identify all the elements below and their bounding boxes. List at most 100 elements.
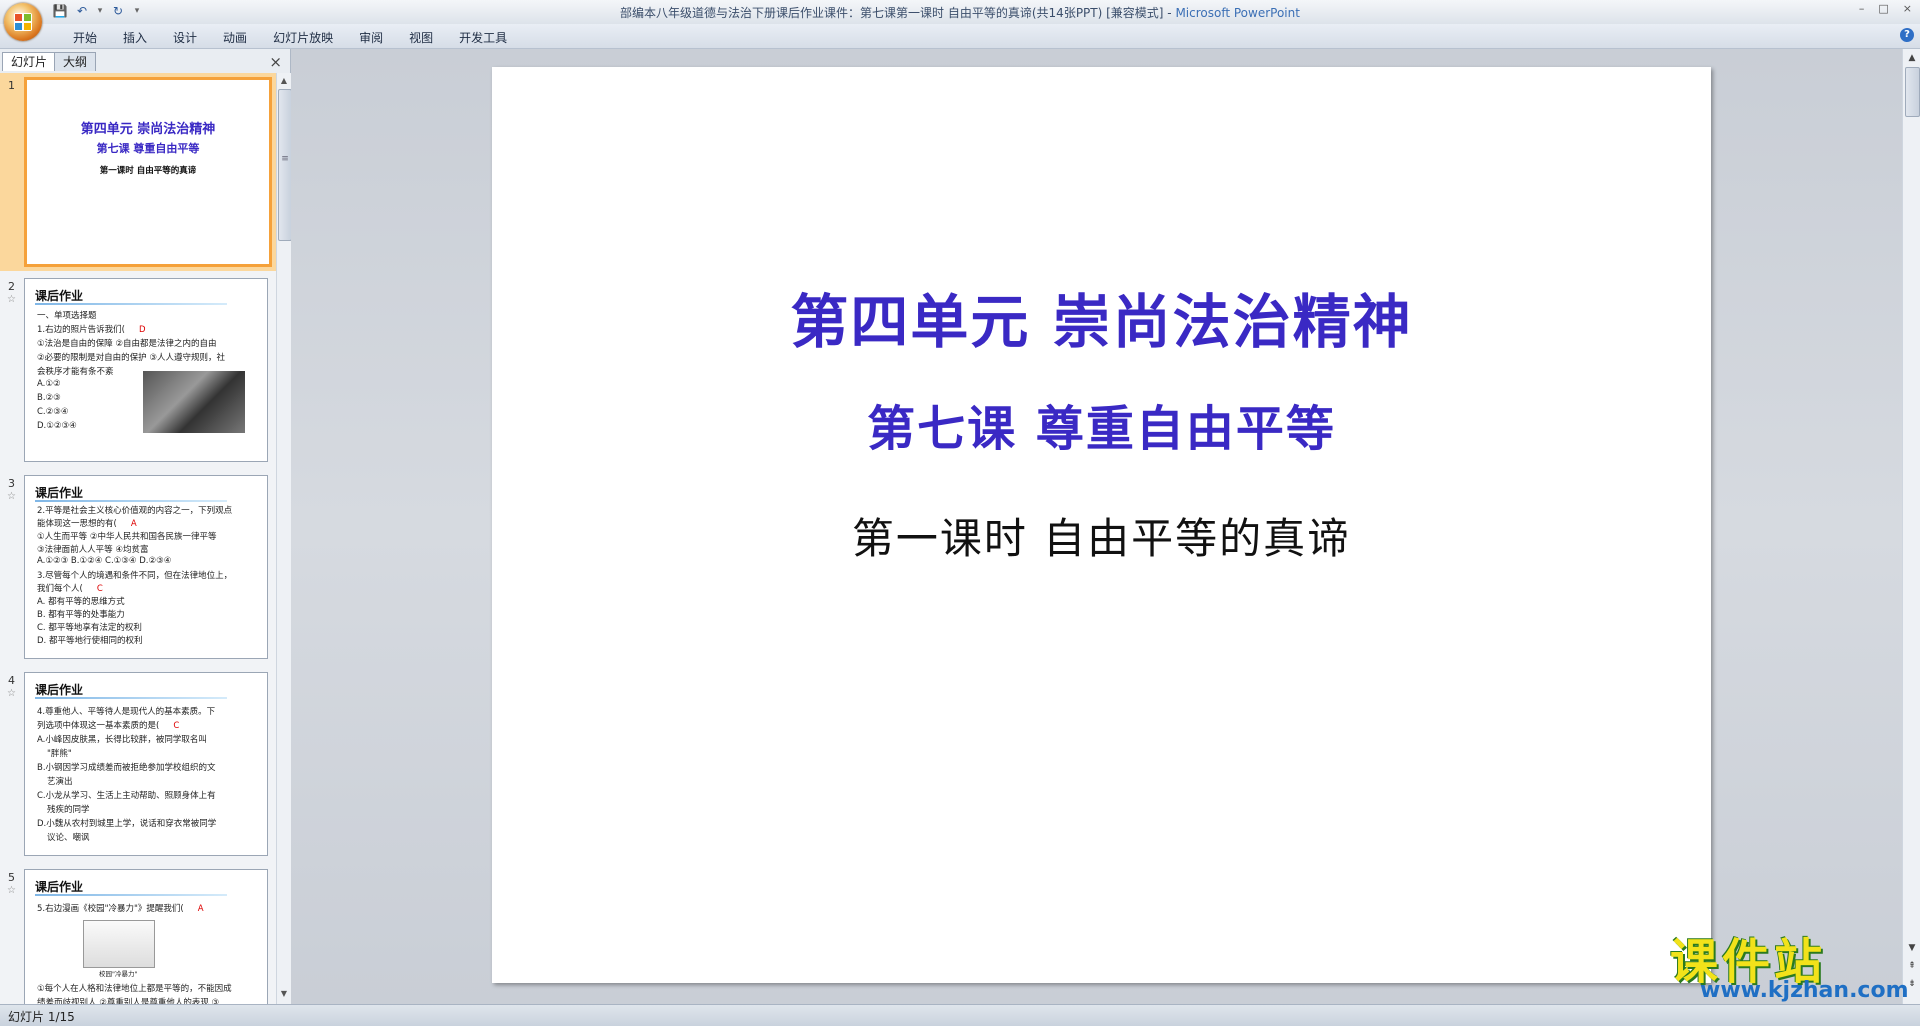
close-panel-icon[interactable]: × bbox=[269, 54, 282, 70]
title-underline bbox=[35, 303, 227, 305]
office-button[interactable] bbox=[4, 3, 42, 41]
tab-review[interactable]: 审阅 bbox=[346, 29, 396, 46]
thumbnail-row-4[interactable]: 4 ☆ 课后作业 4.尊重他人、平等待人是现代人的基本素质。下 列选项中体现这一… bbox=[0, 672, 276, 862]
traffic-photo bbox=[143, 371, 245, 433]
scrollbar-thumb[interactable] bbox=[1905, 67, 1920, 117]
thumb-line: A.①②③ B.①②④ C.①③④ D.②③④ bbox=[37, 556, 172, 566]
tab-outline[interactable]: 大纲 bbox=[54, 52, 97, 71]
grip-icon: ≡ bbox=[281, 154, 289, 164]
ribbon: 开始 插入 设计 动画 幻灯片放映 审阅 视图 开发工具 ? bbox=[0, 24, 1920, 49]
slide-thumbnail-2[interactable]: 课后作业 一、单项选择题 1.右边的照片告诉我们(D ①法治是自由的保障 ②自由… bbox=[24, 278, 268, 462]
thumbnail-row-2[interactable]: 2 ☆ 课后作业 一、单项选择题 1.右边的照片告诉我们(D ①法治是自由的保障… bbox=[0, 278, 276, 468]
thumbnail-list: 1 第四单元 崇尚法治精神 第七课 尊重自由平等 第一课时 自由平等的真谛 2 … bbox=[0, 73, 276, 1004]
scroll-up-icon[interactable]: ▲ bbox=[1905, 51, 1919, 65]
thumb-line: "胖熊" bbox=[47, 749, 72, 759]
thumb-title: 课后作业 bbox=[35, 683, 84, 697]
thumb-line: 残疾的同学 bbox=[47, 805, 90, 815]
slide-thumbnail-5[interactable]: 课后作业 5.右边漫画《校园"冷暴力"》提醒我们(A 校园"冷暴力" ①每个人在… bbox=[24, 869, 268, 1004]
cartoon-caption: 校园"冷暴力" bbox=[99, 970, 138, 978]
thumb-line: D.小魏从农村到城里上学，说话和穿衣常被同学 bbox=[37, 819, 217, 829]
thumb-line: C.②③④ bbox=[37, 407, 69, 417]
animation-star-icon: ☆ bbox=[7, 294, 16, 305]
thumb-title: 课后作业 bbox=[35, 486, 84, 500]
tab-slideshow[interactable]: 幻灯片放映 bbox=[260, 29, 346, 46]
cartoon-image bbox=[83, 920, 155, 968]
thumb-line: 5.右边漫画《校园"冷暴力"》提醒我们(A bbox=[37, 904, 204, 914]
ribbon-tabs: 开始 插入 设计 动画 幻灯片放映 审阅 视图 开发工具 bbox=[60, 29, 520, 46]
thumb-line: A. 都有平等的思维方式 bbox=[37, 597, 125, 607]
slide-scrollbar[interactable]: ▲ ▼ ⇞ ⇟ bbox=[1902, 49, 1920, 1004]
thumb-title: 课后作业 bbox=[35, 880, 84, 894]
thumb-line: D. 都平等地行使相同的权利 bbox=[37, 636, 143, 646]
scroll-down-icon[interactable]: ▼ bbox=[1905, 941, 1919, 955]
scroll-down-icon[interactable]: ▼ bbox=[278, 988, 290, 1000]
title-bar: 💾 ↶ ▾ ↻ ▾ 部编本八年级道德与法治下册课后作业课件：第七课第一课时 自由… bbox=[0, 0, 1920, 41]
help-icon[interactable]: ? bbox=[1900, 28, 1914, 42]
thumb-line: 议论、嘲讽 bbox=[47, 833, 90, 843]
thumb-line: B.小钢因学习成绩差而被拒绝参加学校组织的文 bbox=[37, 763, 216, 773]
animation-star-icon: ☆ bbox=[7, 491, 16, 502]
slide-thumbnail-3[interactable]: 课后作业 2.平等是社会主义核心价值观的内容之一，下列观点 能体现这一思想的有(… bbox=[24, 475, 268, 659]
tab-design[interactable]: 设计 bbox=[160, 29, 210, 46]
slide-title[interactable]: 第四单元 崇尚法治精神 bbox=[492, 275, 1711, 359]
thumb-line: 3.尽管每个人的境遇和条件不同，但在法律地位上， bbox=[37, 571, 233, 581]
thumb-line: ①每个人在人格和法律地位上都是平等的，不能因成 bbox=[37, 984, 232, 994]
slide-canvas[interactable]: 第四单元 崇尚法治精神 第七课 尊重自由平等 第一课时 自由平等的真谛 bbox=[492, 67, 1711, 983]
title-underline bbox=[35, 894, 227, 896]
slide-thumbnail-1[interactable]: 第四单元 崇尚法治精神 第七课 尊重自由平等 第一课时 自由平等的真谛 bbox=[24, 77, 272, 267]
document-title: 部编本八年级道德与法治下册课后作业课件：第七课第一课时 自由平等的真谛(共14张… bbox=[620, 6, 1176, 20]
thumb-line: ②必要的限制是对自由的保护 ③人人遵守规则，社 bbox=[37, 353, 225, 363]
scroll-up-icon[interactable]: ▲ bbox=[278, 75, 290, 87]
app-name: Microsoft PowerPoint bbox=[1175, 6, 1300, 20]
tab-view[interactable]: 视图 bbox=[396, 29, 446, 46]
thumb-title: 第四单元 崇尚法治精神 bbox=[80, 122, 216, 137]
thumbnail-row-1[interactable]: 1 第四单元 崇尚法治精神 第七课 尊重自由平等 第一课时 自由平等的真谛 bbox=[0, 73, 276, 271]
thumb-line: 2.平等是社会主义核心价值观的内容之一，下列观点 bbox=[37, 506, 233, 516]
slide-subtitle[interactable]: 第七课 尊重自由平等 bbox=[492, 389, 1711, 459]
thumbnail-row-3[interactable]: 3 ☆ 课后作业 2.平等是社会主义核心价值观的内容之一，下列观点 能体现这一思… bbox=[0, 475, 276, 665]
thumb-title: 课后作业 bbox=[35, 289, 84, 303]
status-bar: 幻灯片 1/15 bbox=[0, 1004, 1920, 1026]
slide-counter: 幻灯片 1/15 bbox=[8, 1010, 75, 1024]
thumb-line: 绩差而歧视别人 ②尊重别人是尊重他人的表现 ③ bbox=[37, 998, 220, 1004]
tab-insert[interactable]: 插入 bbox=[110, 29, 160, 46]
tab-slides[interactable]: 幻灯片 bbox=[2, 52, 57, 71]
thumb-line: 艺演出 bbox=[47, 777, 73, 787]
thumb-line: D.①②③④ bbox=[37, 421, 77, 431]
thumb-line: 我们每个人(C bbox=[37, 584, 103, 594]
window-controls: – □ × bbox=[1859, 2, 1912, 15]
thumb-line: C.小龙从学习、生活上主动帮助、照顾身体上有 bbox=[37, 791, 216, 801]
minimize-button[interactable]: – bbox=[1859, 2, 1865, 15]
tab-animations[interactable]: 动画 bbox=[210, 29, 260, 46]
thumb-line: ①人生而平等 ②中华人民共和国各民族一律平等 bbox=[37, 532, 217, 542]
thumb-line: A.小峰因皮肤黑，长得比较胖，被同学取名叫 bbox=[37, 735, 207, 745]
slide-editor: 第四单元 崇尚法治精神 第七课 尊重自由平等 第一课时 自由平等的真谛 bbox=[291, 49, 1902, 1004]
watermark-logo: 课件站 www.kjzhan.com bbox=[1670, 922, 1909, 1004]
thumb-subtitle: 第七课 尊重自由平等 bbox=[96, 142, 200, 155]
thumbnail-row-5[interactable]: 5 ☆ 课后作业 5.右边漫画《校园"冷暴力"》提醒我们(A 校园"冷暴力" ①… bbox=[0, 869, 276, 1004]
window-title: 部编本八年级道德与法治下册课后作业课件：第七课第一课时 自由平等的真谛(共14张… bbox=[0, 4, 1920, 21]
slide-number: 3 bbox=[8, 477, 15, 490]
close-button[interactable]: × bbox=[1903, 2, 1912, 15]
title-underline bbox=[35, 500, 227, 502]
scrollbar-thumb[interactable]: ≡ bbox=[278, 89, 292, 241]
thumb-line: 1.右边的照片告诉我们(D bbox=[37, 325, 146, 335]
tab-home[interactable]: 开始 bbox=[60, 29, 110, 46]
thumb-line: 列选项中体现这一基本素质的是(C bbox=[37, 721, 180, 731]
slide-number: 5 bbox=[8, 871, 15, 884]
maximize-button[interactable]: □ bbox=[1878, 2, 1888, 15]
slide-subsubtitle[interactable]: 第一课时 自由平等的真谛 bbox=[492, 505, 1711, 566]
slide-number: 1 bbox=[8, 79, 15, 92]
thumb-line: ③法律面前人人平等 ④均贫富 bbox=[37, 545, 149, 555]
thumb-subsubtitle: 第一课时 自由平等的真谛 bbox=[99, 166, 197, 176]
slide-number: 4 bbox=[8, 674, 15, 687]
panel-tabs: 幻灯片 大纲 × bbox=[0, 52, 290, 72]
slide-thumbnail-4[interactable]: 课后作业 4.尊重他人、平等待人是现代人的基本素质。下 列选项中体现这一基本素质… bbox=[24, 672, 268, 856]
tab-developer[interactable]: 开发工具 bbox=[446, 29, 520, 46]
thumb-line: B. 都有平等的处事能力 bbox=[37, 610, 125, 620]
previous-slide-icon[interactable]: ⇞ bbox=[1905, 959, 1919, 973]
title-underline bbox=[35, 697, 227, 699]
thumb-line: 4.尊重他人、平等待人是现代人的基本素质。下 bbox=[37, 707, 216, 717]
slide-number: 2 bbox=[8, 280, 15, 293]
thumbnail-scrollbar[interactable]: ▲ ≡ ▼ bbox=[276, 73, 292, 1004]
